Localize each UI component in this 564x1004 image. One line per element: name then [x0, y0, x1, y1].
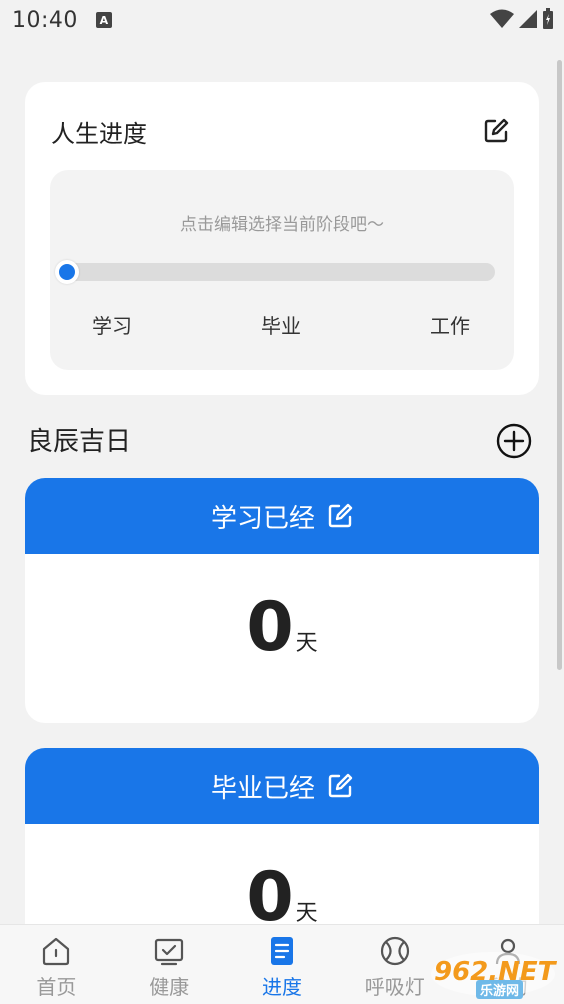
wifi-icon: [490, 9, 514, 28]
progress-slider[interactable]: [55, 260, 495, 284]
status-time: 10:40: [12, 7, 78, 33]
day-count-unit: 天: [295, 631, 318, 656]
life-progress-card: 人生进度 点击编辑选择当前阶段吧～ 学习 毕业 工作: [25, 82, 539, 395]
status-bar: 10:40 A: [0, 0, 564, 40]
status-indicators: [490, 8, 554, 30]
add-button[interactable]: [496, 423, 532, 459]
battery-icon: [543, 8, 553, 29]
progress-title: 人生进度: [51, 120, 147, 148]
progress-slider-knob[interactable]: [55, 260, 79, 284]
nav-item-progress[interactable]: 进度: [226, 925, 339, 1004]
day-card-study[interactable]: 学习已经 0天: [25, 478, 539, 723]
stage-label-study: 学习: [92, 314, 132, 338]
day-card-title: 毕业已经: [210, 773, 315, 804]
progress-hint: 点击编辑选择当前阶段吧～: [180, 215, 384, 235]
ball-icon: [380, 936, 409, 966]
day-card-header: 毕业已经: [25, 748, 539, 824]
nav-item-home[interactable]: 首页: [0, 925, 113, 1004]
day-count-value: 0: [246, 588, 294, 667]
edit-icon[interactable]: [327, 503, 353, 529]
day-count-unit: 天: [295, 901, 318, 926]
nav-label: 呼吸灯: [364, 975, 425, 999]
health-monitor-icon: [155, 938, 184, 966]
day-count: 0天: [25, 588, 539, 667]
scrollbar[interactable]: [557, 60, 562, 670]
edit-icon[interactable]: [327, 773, 353, 799]
signal-icon: [519, 10, 537, 28]
nav-label: 进度: [261, 975, 302, 999]
stage-labels: 学习 毕业 工作: [50, 310, 514, 340]
stage-label-work: 工作: [430, 314, 470, 338]
edit-icon[interactable]: [483, 118, 509, 144]
nav-label: 健康: [149, 975, 190, 999]
nav-item-health[interactable]: 健康: [113, 925, 226, 1004]
stage-label-graduate: 毕业: [261, 314, 301, 338]
day-card-header: 学习已经: [25, 478, 539, 554]
section-title: 良辰吉日: [27, 427, 132, 457]
progress-document-icon: [270, 937, 293, 965]
day-card-title: 学习已经: [210, 503, 315, 534]
home-icon: [43, 937, 70, 966]
progress-panel[interactable]: 点击编辑选择当前阶段吧～ 学习 毕业 工作: [50, 170, 514, 370]
watermark-subtext: 乐游网: [476, 980, 524, 999]
nav-label: 首页: [36, 975, 77, 999]
notification-icon: A: [95, 12, 112, 28]
